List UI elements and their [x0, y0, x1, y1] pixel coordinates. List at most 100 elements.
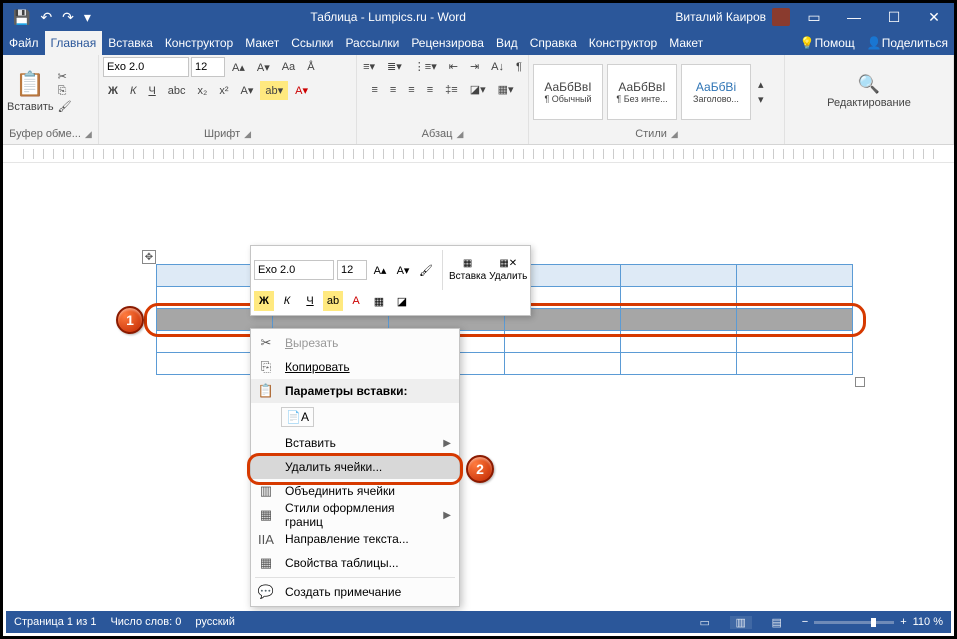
- multilevel-icon[interactable]: ⋮≡▾: [409, 57, 442, 76]
- tab-view[interactable]: Вид: [490, 31, 524, 55]
- style-heading1[interactable]: АаБбВіЗаголово...: [681, 64, 751, 120]
- tab-layout[interactable]: Макет: [239, 31, 285, 55]
- view-web-icon[interactable]: ▤: [766, 616, 788, 629]
- styles-more-icon[interactable]: ▴: [758, 78, 764, 91]
- shrink-font-icon[interactable]: A▾: [252, 58, 275, 77]
- strike-button[interactable]: abc: [163, 82, 191, 100]
- zoom-slider[interactable]: [814, 621, 894, 624]
- view-read-icon[interactable]: ▭: [694, 616, 716, 629]
- tab-insert[interactable]: Вставка: [102, 31, 159, 55]
- inc-indent-icon[interactable]: ⇥: [465, 57, 484, 76]
- user-name[interactable]: Виталий Каиров: [675, 10, 766, 24]
- align-center-icon[interactable]: ≡: [385, 81, 401, 99]
- tab-file[interactable]: Файл: [3, 31, 45, 55]
- tab-home[interactable]: Главная: [45, 31, 103, 55]
- numbering-icon[interactable]: ≣▾: [382, 57, 407, 76]
- sort-icon[interactable]: A↓: [486, 58, 509, 76]
- minimize-icon[interactable]: —: [834, 9, 874, 25]
- cut-icon[interactable]: ✂: [58, 70, 72, 83]
- italic-button[interactable]: К: [125, 82, 141, 100]
- document-area[interactable]: ✥ 1 A▴ A▾ 🖌 ▦ Вставка ▦✕ Удалить: [6, 170, 951, 612]
- ctx-new-comment[interactable]: 💬Создать примечание: [251, 580, 459, 604]
- dec-indent-icon[interactable]: ⇤: [444, 57, 463, 76]
- superscript-button[interactable]: x²: [214, 82, 233, 100]
- text-effects-icon[interactable]: A▾: [235, 81, 258, 100]
- tab-mailings[interactable]: Рассылки: [339, 31, 405, 55]
- highlight-icon[interactable]: ab▾: [260, 81, 288, 100]
- mini-shading-icon[interactable]: ◪: [392, 291, 412, 311]
- view-print-icon[interactable]: ▥: [730, 616, 752, 629]
- paste-button[interactable]: Вставить: [7, 101, 54, 113]
- line-spacing-icon[interactable]: ‡≡: [440, 81, 463, 99]
- mini-grow-icon[interactable]: A▴: [370, 260, 390, 280]
- mini-bold-icon[interactable]: Ж: [254, 291, 274, 311]
- font-name-combo[interactable]: [103, 57, 189, 77]
- borders-icon[interactable]: ▦▾: [493, 80, 519, 99]
- zoom-in-icon[interactable]: +: [900, 616, 906, 628]
- qat-save-icon[interactable]: 💾: [13, 9, 30, 26]
- mini-italic-icon[interactable]: К: [277, 291, 297, 311]
- avatar[interactable]: [772, 8, 790, 26]
- subscript-button[interactable]: x₂: [193, 82, 213, 100]
- close-icon[interactable]: ✕: [914, 9, 954, 26]
- change-case-icon[interactable]: Aa: [277, 58, 300, 76]
- justify-icon[interactable]: ≡: [422, 81, 438, 99]
- status-page[interactable]: Страница 1 из 1: [14, 616, 96, 628]
- ribbon-options-icon[interactable]: ▭: [794, 9, 834, 26]
- font-color-icon[interactable]: A▾: [290, 81, 313, 100]
- mini-borders-icon[interactable]: ▦: [369, 291, 389, 311]
- tab-table-design[interactable]: Конструктор: [583, 31, 663, 55]
- mini-size-combo[interactable]: [337, 260, 367, 280]
- ctx-text-direction[interactable]: IIAНаправление текста...: [251, 527, 459, 551]
- status-words[interactable]: Число слов: 0: [110, 616, 181, 628]
- mini-highlight-icon[interactable]: ab: [323, 291, 343, 311]
- ruler[interactable]: [3, 145, 954, 163]
- mini-fontcolor-icon[interactable]: A: [346, 291, 366, 311]
- mini-insert-icon[interactable]: ▦: [463, 258, 472, 269]
- ctx-delete-cells[interactable]: Удалить ячейки...: [251, 455, 459, 479]
- tab-table-layout[interactable]: Макет: [663, 31, 709, 55]
- tab-references[interactable]: Ссылки: [285, 31, 339, 55]
- bold-button[interactable]: Ж: [103, 82, 123, 100]
- tell-me[interactable]: 💡 Помощ: [794, 31, 861, 55]
- underline-button[interactable]: Ч: [143, 82, 160, 100]
- align-left-icon[interactable]: ≡: [366, 81, 382, 99]
- ctx-table-properties[interactable]: ▦Свойства таблицы...: [251, 551, 459, 575]
- share-button[interactable]: 👤 Поделиться: [861, 31, 954, 55]
- paste-keep-text-icon[interactable]: 📄A: [281, 407, 314, 427]
- paste-icon[interactable]: 📋: [15, 70, 45, 99]
- shading-icon[interactable]: ◪▾: [465, 80, 491, 99]
- ctx-border-styles[interactable]: ▦Стили оформления границ▶: [251, 503, 459, 527]
- status-lang[interactable]: русский: [195, 616, 234, 628]
- mini-underline-icon[interactable]: Ч: [300, 291, 320, 311]
- tab-design[interactable]: Конструктор: [159, 31, 239, 55]
- mini-insert-button[interactable]: Вставка: [449, 271, 486, 282]
- tab-review[interactable]: Рецензирова: [405, 31, 490, 55]
- copy-icon[interactable]: ⎘: [58, 85, 72, 98]
- tab-help[interactable]: Справка: [524, 31, 583, 55]
- ctx-copy[interactable]: ⎘Копировать: [251, 355, 459, 379]
- ctx-cut[interactable]: ✂Вырезать: [251, 331, 459, 355]
- zoom-out-icon[interactable]: −: [802, 616, 808, 628]
- table-resize-handle-icon[interactable]: [855, 377, 865, 387]
- ctx-merge-cells[interactable]: ▥Объединить ячейки: [251, 479, 459, 503]
- table-move-handle-icon[interactable]: ✥: [142, 250, 156, 264]
- font-size-combo[interactable]: [191, 57, 225, 77]
- align-right-icon[interactable]: ≡: [403, 81, 419, 99]
- grow-font-icon[interactable]: A▴: [227, 58, 250, 77]
- mini-shrink-icon[interactable]: A▾: [393, 260, 413, 280]
- qat-more-icon[interactable]: ▾: [84, 9, 91, 26]
- mini-font-combo[interactable]: [254, 260, 334, 280]
- mini-format-painter-icon[interactable]: 🖌: [416, 260, 436, 280]
- group-editing-label[interactable]: Редактирование: [827, 97, 911, 109]
- style-nospacing[interactable]: АаБбВвІ¶ Без инте...: [607, 64, 677, 120]
- mini-delete-icon[interactable]: ▦✕: [499, 258, 517, 269]
- maximize-icon[interactable]: ☐: [874, 9, 914, 26]
- ctx-insert[interactable]: Вставить▶: [251, 431, 459, 455]
- mini-delete-button[interactable]: Удалить: [489, 271, 527, 282]
- clear-format-icon[interactable]: Å: [302, 58, 319, 76]
- qat-undo-icon[interactable]: ↶: [40, 9, 52, 26]
- style-normal[interactable]: АаБбВвІ¶ Обычный: [533, 64, 603, 120]
- find-icon[interactable]: 🔍: [858, 74, 880, 95]
- zoom-level[interactable]: 110 %: [913, 616, 943, 628]
